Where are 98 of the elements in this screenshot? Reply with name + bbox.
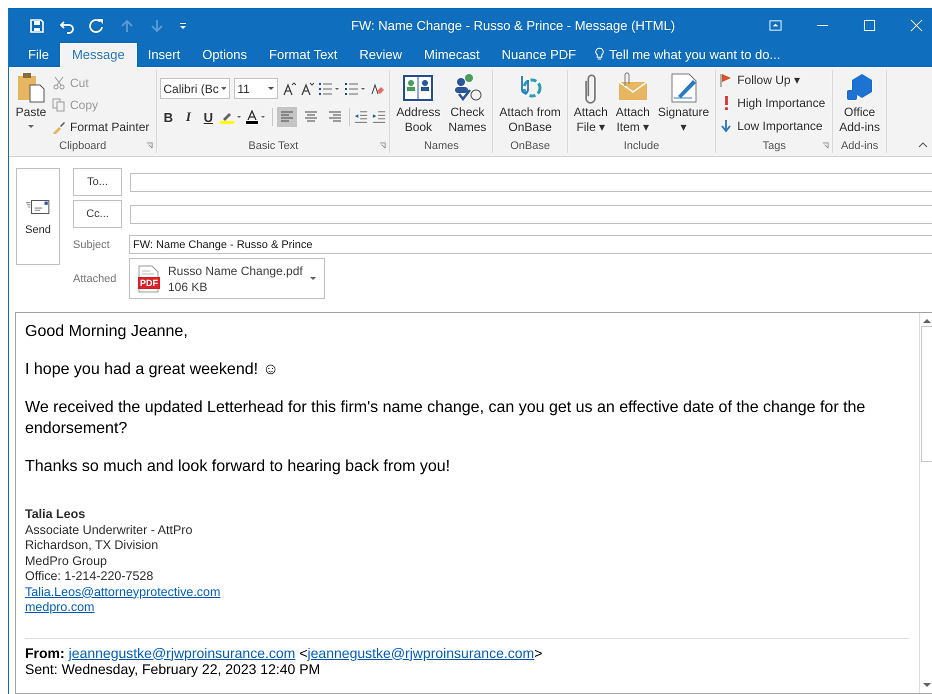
down-arrow-icon <box>719 119 734 133</box>
group-label: Include <box>624 140 660 152</box>
angle-bracket: > <box>534 644 542 660</box>
scroll-down-icon[interactable] <box>922 682 930 688</box>
ribbon-button[interactable]: Attach from OnBase <box>496 70 564 138</box>
message-paragraph: I hope you had a great weekend! ☺ <box>25 360 280 380</box>
caret-icon <box>220 86 226 90</box>
email-link[interactable]: medpro.com <box>25 600 94 614</box>
message-paragraph: We received the updated Letterhead for this firm's name change, can you get us an effective date of the change for the endorsement? <box>25 398 866 439</box>
dialog-launcher-icon[interactable] <box>379 142 386 149</box>
ribbon-tab[interactable]: Options <box>191 43 258 67</box>
scrollbar-thumb[interactable] <box>920 326 932 462</box>
font-size-dropdown[interactable]: 11 <box>234 78 278 99</box>
signature-line: Office: 1-214-220-7528 <box>25 569 154 584</box>
maximize-icon[interactable] <box>863 19 876 32</box>
decrease-indent-icon[interactable] <box>354 110 368 124</box>
group-label: Clipboard <box>59 140 106 152</box>
ribbon-button[interactable]: Office Add-ins <box>836 70 883 138</box>
signature-name: Talia Leos <box>25 507 86 522</box>
send-button[interactable]: Send <box>16 168 60 265</box>
caret-icon <box>28 125 34 129</box>
window-title: FW: Name Change - Russo & Prince - Message (HTML) <box>350 18 676 33</box>
clear-formatting-icon[interactable] <box>370 82 384 96</box>
ribbon-tab[interactable]: File <box>17 43 60 67</box>
shrink-font-icon[interactable] <box>300 82 314 96</box>
to-button[interactable]: To... <box>73 168 122 196</box>
ribbon-button[interactable]: Attach Item ▾ <box>612 70 653 138</box>
ribbon-tab[interactable]: Format Text <box>258 43 348 67</box>
tag-button[interactable]: Low Importance <box>719 116 830 136</box>
group-label: Add-ins <box>840 140 878 152</box>
scroll-up-icon[interactable] <box>922 318 930 324</box>
group-label: Tags <box>762 140 786 152</box>
email-link[interactable]: jeannegustke@rjwproinsurance.com <box>308 644 534 660</box>
scissors-icon <box>52 76 66 90</box>
group-label: Names <box>424 140 459 152</box>
dialog-launcher-icon[interactable] <box>822 142 830 149</box>
subject-label: Subject <box>73 238 111 250</box>
ribbon-tab[interactable]: Review <box>348 43 414 67</box>
grow-font-icon[interactable] <box>282 82 296 96</box>
cc-button[interactable]: Cc... <box>73 200 122 228</box>
file-type-badge: PDF <box>138 277 160 289</box>
address-book-icon <box>402 72 434 104</box>
align-left-icon[interactable] <box>277 107 298 127</box>
redo-icon[interactable] <box>89 18 105 34</box>
signature-line: Richardson, TX Division <box>25 538 160 554</box>
signature-line: MedPro Group <box>25 554 108 569</box>
customize-icon[interactable] <box>179 22 187 30</box>
ribbon-tab[interactable]: Nuance PDF <box>490 43 588 67</box>
ribbon-display-icon[interactable] <box>769 19 782 32</box>
message-paragraph: Thanks so much and look forward to hearing back from you! <box>25 457 452 477</box>
dialog-launcher-icon[interactable] <box>146 142 154 149</box>
underline-button[interactable]: U <box>200 110 216 124</box>
attached-label: Attached <box>73 272 118 284</box>
font-dropdown[interactable]: Calibri (Bc <box>160 78 230 99</box>
from-label: From: <box>25 644 65 660</box>
clipboard-icon <box>15 72 47 104</box>
save-icon[interactable] <box>29 18 45 34</box>
subject-field[interactable]: FW: Name Change - Russo & Prince <box>129 235 932 254</box>
email-link[interactable]: jeannegustke@rjwproinsurance.com <box>68 644 296 660</box>
paste-button[interactable]: Paste <box>12 70 50 138</box>
group-label: Basic Text <box>248 140 298 152</box>
numbering-icon[interactable] <box>344 82 366 96</box>
ribbon-tab[interactable]: Message <box>60 43 137 67</box>
sent-line: Sent: Wednesday, February 22, 2023 12:40 PM <box>25 660 320 676</box>
paperclip-icon <box>585 72 596 104</box>
group-label: OnBase <box>510 140 550 152</box>
increase-indent-icon[interactable] <box>372 110 386 124</box>
ribbon-tab[interactable]: Mimecast <box>413 43 491 67</box>
bullets-icon[interactable] <box>318 82 340 96</box>
tag-button[interactable]: Follow Up ▾ <box>719 70 830 90</box>
bold-button[interactable]: B <box>160 110 176 124</box>
copy-icon <box>52 98 66 112</box>
lightbulb-icon <box>595 47 604 62</box>
exclamation-icon <box>725 96 728 110</box>
caret-icon <box>310 276 316 280</box>
tell-me-field[interactable]: Tell me what you want to do... <box>587 43 788 67</box>
italic-button[interactable]: I <box>180 109 196 125</box>
cc-field[interactable] <box>130 204 932 224</box>
angle-bracket: < <box>299 644 308 660</box>
close-icon[interactable] <box>910 19 923 32</box>
ribbon-button[interactable]: Address Book <box>393 70 444 138</box>
caret-icon <box>268 86 274 90</box>
attachment-item[interactable]: PDF Russo Name Change.pdf 106 KB <box>129 258 325 299</box>
tag-button[interactable]: High Importance <box>719 93 830 113</box>
highlighter-icon[interactable] <box>220 110 242 124</box>
ribbon-button[interactable]: Check Names <box>445 70 490 138</box>
brush-icon <box>52 120 66 134</box>
flag-icon <box>719 73 734 87</box>
ribbon-button[interactable]: Attach File ▾ <box>570 70 611 138</box>
email-link[interactable]: Talia.Leos@attorneyprotective.com <box>25 584 220 598</box>
ribbon-tab[interactable]: Insert <box>136 43 192 67</box>
ribbon-button[interactable]: Signature ▾ <box>654 70 712 138</box>
to-field[interactable] <box>130 172 932 192</box>
collapse-ribbon-icon[interactable] <box>918 142 928 148</box>
message-paragraph: Good Morning Jeanne, <box>25 322 189 342</box>
envelope-icon <box>25 198 51 216</box>
clipboard-button[interactable]: Format Painter <box>52 117 154 137</box>
signature-line: Associate Underwriter - AttPro <box>25 522 194 538</box>
